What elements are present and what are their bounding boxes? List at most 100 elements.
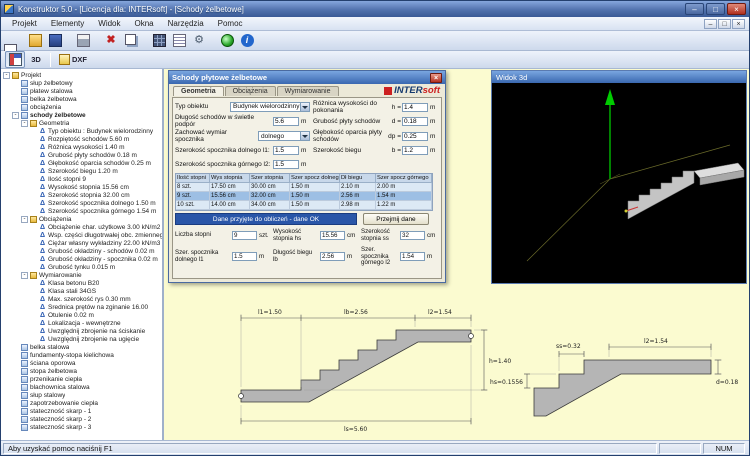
tree-item[interactable]: Ilość stopni 9 bbox=[1, 175, 162, 183]
tree-item[interactable]: Uwzględnij zbrojenie na ugięcie bbox=[1, 335, 162, 343]
variant-row[interactable]: 10 szt. 14.00 cm 34.00 cm 1.50 m 2.98 m … bbox=[176, 201, 432, 210]
tree-expander[interactable]: - bbox=[21, 216, 28, 223]
keep-landing-select[interactable]: dolnego bbox=[258, 131, 310, 141]
variant-row[interactable]: 8 szt. 17.50 cm 30.00 cm 1.50 m 2.10 m 2… bbox=[176, 183, 432, 192]
dialog-tab[interactable]: Geometria bbox=[173, 86, 224, 96]
result-value-box[interactable]: 15.56 bbox=[320, 231, 345, 240]
close-button[interactable]: × bbox=[727, 3, 746, 15]
new-project-button[interactable] bbox=[5, 32, 25, 49]
tree-item[interactable]: Rozpiętość schodów 5.60 m bbox=[1, 135, 162, 143]
minimize-button[interactable]: – bbox=[685, 3, 704, 15]
info-button[interactable] bbox=[237, 32, 257, 49]
maximize-button[interactable]: □ bbox=[706, 3, 725, 15]
tree-item[interactable]: Ciężar własny wykładziny 22.00 kN/m3 bbox=[1, 239, 162, 247]
tree-expander[interactable]: - bbox=[21, 272, 28, 279]
tree-item[interactable]: Grubość płyty schodów 0.18 m bbox=[1, 151, 162, 159]
dialog-close-button[interactable]: × bbox=[430, 73, 442, 83]
tree-item[interactable]: Wysokość stopnia 15.56 cm bbox=[1, 183, 162, 191]
tree-item[interactable]: Klasa stali 34GS bbox=[1, 287, 162, 295]
mdi-restore-button[interactable]: □ bbox=[718, 19, 731, 29]
result-value-box[interactable]: 1.54 bbox=[400, 252, 425, 261]
upper-landing-input[interactable] bbox=[273, 160, 299, 169]
tree-item[interactable]: Typ obiektu : Budynek wielorodzinny bbox=[1, 127, 162, 135]
slab-thickness-input[interactable] bbox=[402, 117, 428, 126]
tree-item[interactable]: fundamenty-stopa kielichowa bbox=[1, 351, 162, 359]
tree-item[interactable]: - Wymiarowanie bbox=[1, 271, 162, 279]
tree-item[interactable]: blachownica stalowa bbox=[1, 383, 162, 391]
tree-item[interactable]: - Obciążenia bbox=[1, 215, 162, 223]
open-project-button[interactable] bbox=[25, 32, 45, 49]
tree-item[interactable]: Max. szerokość rys 0.30 mm bbox=[1, 295, 162, 303]
tree-item[interactable]: słup stalowy bbox=[1, 391, 162, 399]
calculator-button[interactable] bbox=[149, 32, 169, 49]
mdi-minimize-button[interactable]: – bbox=[704, 19, 717, 29]
result-value-box[interactable]: 1.5 bbox=[232, 252, 257, 261]
tree-item[interactable]: przenikanie ciepła bbox=[1, 375, 162, 383]
tree-item[interactable]: Obciążenie char. użytkowe 3.00 kN/m2 bbox=[1, 223, 162, 231]
stair-length-input[interactable] bbox=[273, 117, 299, 126]
tree-item[interactable]: Uwzględnij zbrojenie na ściskanie bbox=[1, 327, 162, 335]
tree-item[interactable]: - Projekt bbox=[1, 71, 162, 79]
view-3d-button[interactable]: 3D bbox=[25, 51, 45, 68]
tree-expander[interactable]: - bbox=[12, 112, 19, 119]
tree-item[interactable]: belka stalowa bbox=[1, 343, 162, 351]
tree-expander[interactable]: - bbox=[3, 72, 10, 79]
tree-item[interactable]: stopa żelbetowa bbox=[1, 367, 162, 375]
menu-elementy[interactable]: Elementy bbox=[44, 18, 91, 29]
tree-item[interactable]: - schody żelbetowe bbox=[1, 111, 162, 119]
dialog-tab[interactable]: Obciążenia bbox=[225, 86, 276, 96]
tree-item[interactable]: - Geometria bbox=[1, 119, 162, 127]
menu-projekt[interactable]: Projekt bbox=[5, 18, 44, 29]
tree-item[interactable]: Głębokość oparcia schodów 0.25 m bbox=[1, 159, 162, 167]
tree-item[interactable]: Lokalizacja - wewnętrzne bbox=[1, 319, 162, 327]
view-3d-title[interactable]: Widok 3d bbox=[492, 71, 746, 83]
result-value-box[interactable]: 9 bbox=[232, 231, 257, 240]
delete-element-button[interactable] bbox=[101, 32, 121, 49]
tree-item[interactable]: zapotrzebowanie ciepła bbox=[1, 399, 162, 407]
tree-item[interactable]: Szerokość spocznika górnego 1.54 m bbox=[1, 207, 162, 215]
tree-item[interactable]: ściana oporowa bbox=[1, 359, 162, 367]
tree-item[interactable]: Szerokość biegu 1.20 m bbox=[1, 167, 162, 175]
tree-item[interactable]: Wsp. części długotrwałej obc. zmiennego … bbox=[1, 231, 162, 239]
view-3d-canvas[interactable] bbox=[492, 83, 746, 283]
tree-item[interactable]: Średnica prętów na zginanie 16.00 bbox=[1, 303, 162, 311]
plane-view-button[interactable] bbox=[5, 51, 25, 68]
titlebar[interactable]: Konstruktor 5.0 - [Licencja dla: INTERso… bbox=[1, 1, 749, 17]
dxf-export-button[interactable]: DXF bbox=[56, 51, 90, 68]
tree-item[interactable]: stateczność skarp - 2 bbox=[1, 415, 162, 423]
mdi-close-button[interactable]: × bbox=[732, 19, 745, 29]
dialog-titlebar[interactable]: Schody płytowe żelbetowe × bbox=[169, 71, 445, 84]
result-value-box[interactable]: 32 bbox=[400, 231, 425, 240]
tree-item[interactable]: Grubość tynku 0.015 m bbox=[1, 263, 162, 271]
menu-okna[interactable]: Okna bbox=[128, 18, 161, 29]
menu-narzedzia[interactable]: Narzędzia bbox=[161, 18, 211, 29]
globe-button[interactable] bbox=[217, 32, 237, 49]
tree-item[interactable]: płatew stalowa bbox=[1, 87, 162, 95]
menu-widok[interactable]: Widok bbox=[91, 18, 127, 29]
settings-button[interactable] bbox=[189, 32, 209, 49]
tree-item[interactable]: stateczność skarp - 1 bbox=[1, 407, 162, 415]
tree-item[interactable]: Otulenie 0.02 m bbox=[1, 311, 162, 319]
variant-row[interactable]: 9 szt. 15.56 cm 32.00 cm 1.50 m 2.56 m 1… bbox=[176, 192, 432, 201]
flight-width-input[interactable] bbox=[402, 146, 428, 155]
tree-item[interactable]: Szerokość stopnia 32.00 cm bbox=[1, 191, 162, 199]
lower-landing-input[interactable] bbox=[273, 146, 299, 155]
result-value-box[interactable]: 2.56 bbox=[320, 252, 345, 261]
tree-item[interactable]: Grubość okładziny - spocznika 0.02 m bbox=[1, 255, 162, 263]
object-type-select[interactable]: Budynek wielorodzinny bbox=[230, 102, 310, 112]
tree-item[interactable]: belka żelbetowa bbox=[1, 95, 162, 103]
tree-item[interactable]: Szerokość spocznika dolnego 1.50 m bbox=[1, 199, 162, 207]
drawing-area[interactable]: Schody płytowe żelbetowe × INTER soft Ge… bbox=[164, 69, 749, 440]
save-project-button[interactable] bbox=[45, 32, 65, 49]
menu-pomoc[interactable]: Pomoc bbox=[211, 18, 250, 29]
tree-item[interactable]: Grubość okładziny - schodów 0.02 m bbox=[1, 247, 162, 255]
copy-element-button[interactable] bbox=[121, 32, 141, 49]
report-button[interactable] bbox=[169, 32, 189, 49]
tree-item[interactable]: słup żelbetowy bbox=[1, 79, 162, 87]
print-button[interactable] bbox=[73, 32, 93, 49]
height-diff-input[interactable] bbox=[402, 103, 428, 112]
tree-expander[interactable]: - bbox=[21, 120, 28, 127]
dialog-tab[interactable]: Wymiarowanie bbox=[277, 86, 339, 96]
tree-item[interactable]: obciążenia bbox=[1, 103, 162, 111]
tree-item[interactable]: Klasa betonu B20 bbox=[1, 279, 162, 287]
